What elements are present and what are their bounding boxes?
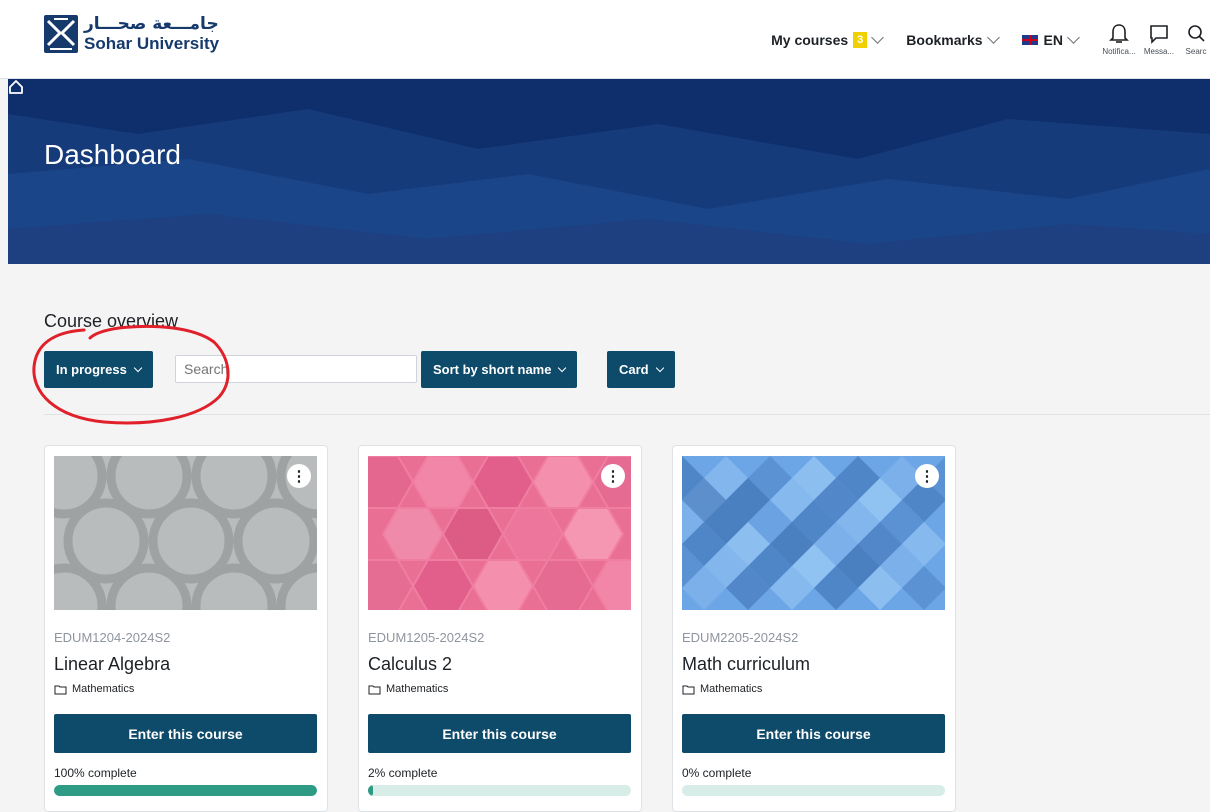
search-button[interactable]: Searc (1182, 23, 1210, 56)
course-name[interactable]: Calculus 2 (368, 654, 452, 675)
top-navbar: جامـــعة صحـــار Sohar University My cou… (0, 0, 1210, 79)
course-category-label: Mathematics (700, 683, 763, 695)
course-image[interactable]: ⋮ (682, 456, 945, 610)
uk-flag-icon (1021, 34, 1038, 45)
banner-mountains-background (8, 79, 1210, 264)
chevron-down-icon (1067, 30, 1080, 44)
course-name[interactable]: Math curriculum (682, 654, 810, 675)
home-icon[interactable] (8, 79, 24, 95)
messages-label: Messa... (1143, 47, 1175, 56)
course-image-pattern (368, 456, 631, 610)
progress-filter-dropdown[interactable]: In progress (44, 351, 153, 388)
folder-icon (368, 685, 381, 694)
course-menu-button[interactable]: ⋮ (601, 464, 625, 488)
progress-bar (54, 785, 317, 796)
logo-arabic-text: جامـــعة صحـــار (84, 14, 219, 34)
chevron-down-icon (558, 363, 567, 372)
page-header-banner: Dashboard (8, 79, 1210, 264)
course-menu-button[interactable]: ⋮ (915, 464, 939, 488)
course-card: ⋮ EDUM1204-2024S2 Linear Algebra Mathema… (44, 445, 328, 812)
course-image-pattern (682, 456, 945, 610)
course-name[interactable]: Linear Algebra (54, 654, 170, 675)
course-menu-button[interactable]: ⋮ (287, 464, 311, 488)
section-divider (44, 414, 1210, 415)
progress-bar-fill (54, 785, 317, 796)
my-courses-menu[interactable]: My courses 3 (771, 30, 885, 48)
folder-icon (54, 685, 67, 694)
course-category-label: Mathematics (386, 683, 449, 695)
progress-bar (682, 785, 945, 796)
search-icon (1188, 25, 1205, 42)
course-search-input[interactable] (175, 355, 417, 383)
course-image-pattern (54, 456, 317, 610)
bookmarks-label: Bookmarks (906, 31, 983, 48)
view-mode-dropdown[interactable]: Card (607, 351, 675, 388)
message-icon (1150, 25, 1168, 44)
course-code: EDUM1204-2024S2 (54, 630, 171, 645)
bookmarks-menu[interactable]: Bookmarks (906, 30, 1000, 48)
progress-text: 0% complete (682, 766, 752, 780)
bell-icon (1109, 24, 1129, 43)
search-label: Searc (1185, 47, 1207, 56)
chevron-down-icon (655, 363, 664, 372)
enter-course-button[interactable]: Enter this course (54, 714, 317, 753)
notifications-button[interactable]: Notifica... (1102, 23, 1136, 56)
sort-dropdown[interactable]: Sort by short name (421, 351, 578, 388)
course-image[interactable]: ⋮ (54, 456, 317, 610)
chevron-down-icon (986, 30, 1000, 44)
logo-english-text: Sohar University (84, 34, 220, 53)
progress-bar (368, 785, 631, 796)
progress-text: 2% complete (368, 766, 438, 780)
my-courses-label: My courses (771, 31, 849, 48)
chevron-down-icon (871, 30, 885, 44)
folder-icon (682, 685, 695, 694)
sort-label: Sort by short name (433, 362, 552, 377)
page-title: Dashboard (44, 139, 181, 170)
course-overview-title: Course overview (44, 311, 179, 331)
course-category: Mathematics (368, 683, 448, 695)
enter-course-button[interactable]: Enter this course (368, 714, 631, 753)
course-category: Mathematics (54, 683, 134, 695)
view-mode-label: Card (619, 362, 649, 377)
course-card: ⋮ EDUM2205-2024S2 Math curriculum Mathem… (672, 445, 956, 812)
course-category-label: Mathematics (72, 683, 135, 695)
course-code: EDUM1205-2024S2 (368, 630, 485, 645)
university-logo[interactable]: جامـــعة صحـــار Sohar University (44, 12, 219, 56)
language-menu[interactable]: EN (1021, 30, 1080, 48)
course-category: Mathematics (682, 683, 762, 695)
my-courses-count-badge: 3 (853, 31, 868, 48)
progress-filter-label: In progress (56, 362, 127, 377)
course-card: ⋮ EDUM1205-2024S2 Calculus 2 Mathematics… (358, 445, 642, 812)
enter-course-button[interactable]: Enter this course (682, 714, 945, 753)
progress-text: 100% complete (54, 766, 137, 780)
messages-button[interactable]: Messa... (1142, 23, 1176, 56)
logo-mark-icon (44, 15, 78, 53)
notifications-label: Notifica... (1102, 47, 1136, 56)
chevron-down-icon (133, 363, 143, 372)
language-label: EN (1043, 31, 1063, 48)
course-image[interactable]: ⋮ (368, 456, 631, 610)
course-code: EDUM2205-2024S2 (682, 630, 799, 645)
progress-bar-fill (368, 785, 374, 796)
